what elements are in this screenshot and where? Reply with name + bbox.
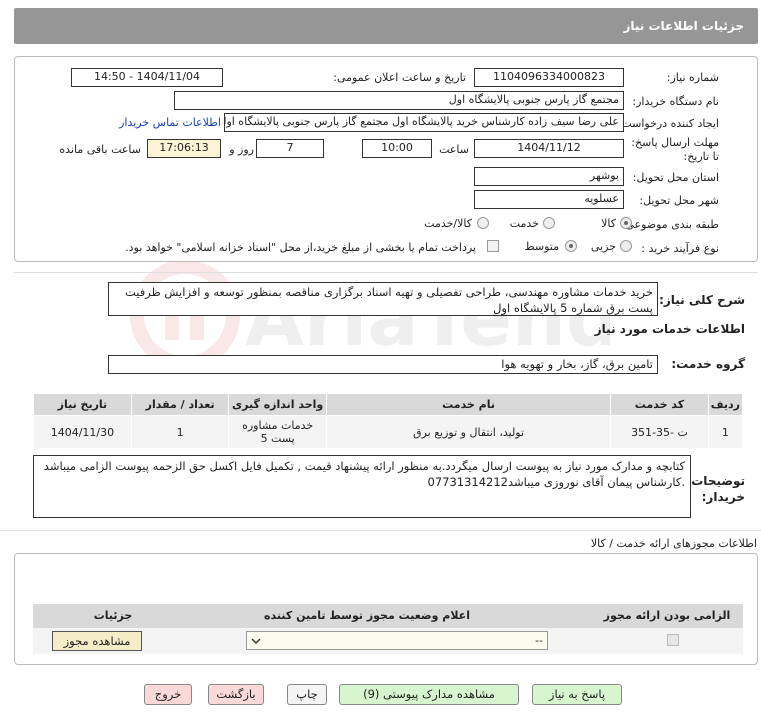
- deadline-time-label: ساعت: [439, 143, 469, 156]
- exit-button[interactable]: خروج: [144, 684, 192, 705]
- page-title-bar: جزئیات اطلاعات نیاز: [14, 8, 758, 44]
- col-header-row-no: ردیف: [707, 393, 744, 416]
- permits-col-required: الزامی بودن ارائه مجوز: [603, 609, 731, 622]
- deadline-time-field: 10:00: [362, 139, 432, 158]
- table-row: 1 ت -35-351 تولید، انتقال و توزیع برق خد…: [33, 415, 744, 449]
- col-header-unit: واحد اندازه گیری: [228, 393, 327, 416]
- category-radio-service[interactable]: [543, 217, 555, 229]
- reply-to-need-button[interactable]: پاسخ به نیاز: [532, 684, 622, 705]
- description-textarea: خرید خدمات مشاوره مهندسی، طراحی تفصیلی و…: [108, 282, 658, 316]
- category-label: طبقه بندی موضوعی:: [621, 218, 719, 231]
- buyer-org-field: مجتمع گاز پارس جنوبی پالایشگاه اول: [174, 91, 624, 110]
- announce-date-field: 1404/11/04 - 14:50: [71, 68, 223, 87]
- permits-col-status: اعلام وضعیت مجوز توسط تامین کننده: [264, 609, 470, 622]
- category-option-goods-service: کالا/خدمت: [424, 217, 472, 230]
- buyer-org-label: نام دستگاه خریدار:: [632, 95, 719, 108]
- divider: [0, 530, 761, 531]
- treasury-payment-checkbox[interactable]: [487, 240, 499, 252]
- buyer-notes-label: توضیحات خریدار:: [691, 474, 745, 504]
- page-title: جزئیات اطلاعات نیاز: [623, 19, 744, 33]
- back-button[interactable]: بازگشت: [208, 684, 264, 705]
- purchase-option-medium: متوسط: [524, 240, 559, 253]
- description-label: شرح کلی نیاز:: [659, 293, 745, 307]
- category-radio-goods[interactable]: [620, 217, 632, 229]
- permit-required-checkbox: [667, 634, 679, 646]
- province-label: استان محل تحویل:: [632, 171, 719, 184]
- service-group-field: تامین برق، گاز، بخار و تهویه هوا: [108, 355, 658, 374]
- permits-title: اطلاعات مجوزهای ارائه خدمت / کالا: [590, 537, 757, 550]
- buyer-notes-textarea: کتابچه و مدارک مورد نیاز به پیوست ارسال …: [33, 455, 691, 518]
- remaining-time-field: 17:06:13: [147, 139, 221, 158]
- cell-row-no: 1: [707, 415, 744, 449]
- treasury-payment-note: پرداخت تمام یا بخشی از مبلغ خرید،از محل …: [125, 241, 476, 254]
- permit-status-value: --: [535, 634, 543, 647]
- col-header-qty: تعداد / مقدار: [130, 393, 230, 416]
- cell-date: 1404/11/30: [33, 415, 132, 449]
- category-option-goods: کالا: [601, 217, 616, 230]
- services-header-row: ردیف کد خدمت نام خدمت واحد اندازه گیری ت…: [33, 393, 744, 416]
- creator-label: ایجاد کننده درخواست:: [617, 117, 719, 130]
- purchase-option-minor: جزیی: [590, 240, 616, 253]
- service-group-label: گروه خدمت:: [671, 357, 745, 371]
- permits-header-row: الزامی بودن ارائه مجوز اعلام وضعیت مجوز …: [33, 604, 743, 628]
- purchase-type-label: نوع فرآیند خرید :: [641, 242, 719, 255]
- need-number-label: شماره نیاز:: [666, 71, 719, 84]
- buyer-contact-link[interactable]: اطلاعات تماس خریدار: [119, 116, 221, 129]
- cell-qty: 1: [130, 415, 230, 449]
- deadline-date-field: 1404/11/12: [474, 139, 624, 158]
- cell-name: تولید، انتقال و توزیع برق: [325, 415, 612, 449]
- permits-col-details: جزئیات: [93, 609, 133, 622]
- creator-field: علی رضا سیف زاده کارشناس خرید پالایشگاه …: [224, 113, 624, 132]
- remaining-time-label: ساعت باقی مانده: [59, 143, 141, 156]
- province-field: بوشهر: [474, 167, 624, 186]
- services-table: ردیف کد خدمت نام خدمت واحد اندازه گیری ت…: [33, 393, 744, 449]
- chevron-down-icon: [251, 638, 261, 645]
- announce-date-label: تاریخ و ساعت اعلان عمومی:: [333, 71, 466, 84]
- view-attachments-button[interactable]: مشاهده مدارک پیوستی (9): [339, 684, 519, 705]
- days-field: 7: [256, 139, 324, 158]
- col-header-code: کد خدمت: [610, 393, 709, 416]
- cell-unit: خدمات مشاوره پست 5: [228, 415, 327, 449]
- city-label: شهر محل تحویل:: [639, 194, 719, 207]
- col-header-date: تاریخ نیاز: [33, 393, 132, 416]
- category-radio-goods-service[interactable]: [477, 217, 489, 229]
- need-number-field: 1104096334000823: [474, 68, 624, 87]
- purchase-radio-minor[interactable]: [620, 240, 632, 252]
- category-option-service: خدمت: [509, 217, 539, 230]
- days-label: روز و: [229, 143, 254, 156]
- view-permit-button[interactable]: مشاهده مجوز: [52, 631, 142, 651]
- purchase-radio-medium[interactable]: [565, 240, 577, 252]
- divider: [14, 272, 758, 273]
- permit-status-select[interactable]: --: [246, 631, 548, 650]
- print-button[interactable]: چاپ: [287, 684, 327, 705]
- services-section-title: اطلاعات خدمات مورد نیاز: [594, 322, 745, 336]
- city-field: عسلویه: [474, 190, 624, 209]
- deadline-label: مهلت ارسال پاسخ: تا تاریخ:: [631, 136, 719, 163]
- col-header-name: نام خدمت: [325, 393, 612, 416]
- cell-code: ت -35-351: [610, 415, 709, 449]
